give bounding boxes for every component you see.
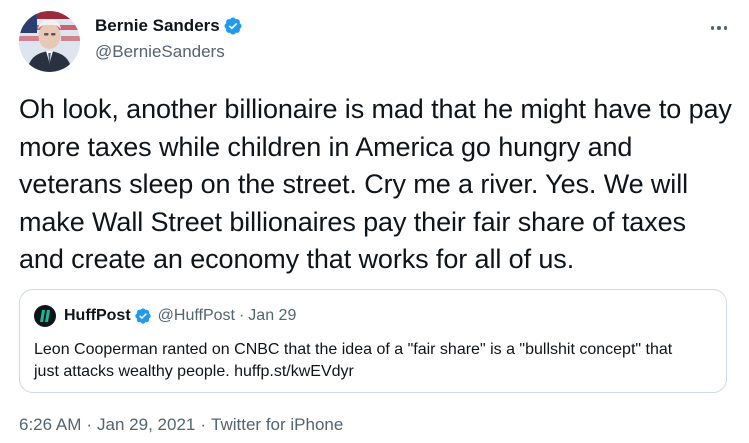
verified-badge-icon	[134, 308, 151, 324]
meta-separator: ·	[200, 415, 207, 434]
more-options-icon[interactable]	[705, 18, 733, 38]
quoted-tweet-card[interactable]: HuffPost @HuffPost · Jan 29 Leon Cooperm…	[19, 289, 727, 393]
more-dot	[723, 26, 728, 30]
profile-photo-icon	[19, 11, 80, 72]
quoted-separator: ·	[238, 307, 245, 324]
author-display-name[interactable]: Bernie Sanders	[95, 16, 220, 36]
quoted-display-name[interactable]: HuffPost	[64, 307, 131, 325]
huffpost-logo-icon	[34, 305, 56, 327]
quoted-date[interactable]: Jan 29	[248, 307, 296, 325]
more-dot	[710, 26, 715, 30]
meta-separator: ·	[86, 415, 93, 434]
avatar[interactable]	[19, 11, 80, 72]
tweet-meta: 6:26 AM · Jan 29, 2021 · Twitter for iPhone	[19, 415, 343, 435]
tweet-date[interactable]: Jan 29, 2021	[97, 415, 195, 434]
verified-badge-icon	[224, 17, 242, 35]
quoted-tweet-header: HuffPost @HuffPost · Jan 29	[34, 305, 296, 327]
quoted-handle[interactable]: @HuffPost	[158, 307, 235, 325]
tweet-time[interactable]: 6:26 AM	[19, 415, 81, 434]
tweet-text: Oh look, another billionaire is mad that…	[19, 94, 732, 274]
quoted-tweet-text: Leon Cooperman ranted on CNBC that the i…	[34, 341, 673, 380]
tweet-source[interactable]: Twitter for iPhone	[211, 415, 343, 434]
author-name-row: Bernie Sanders	[95, 16, 243, 36]
author-handle[interactable]: @BernieSanders	[95, 42, 225, 62]
more-dot	[717, 26, 721, 30]
